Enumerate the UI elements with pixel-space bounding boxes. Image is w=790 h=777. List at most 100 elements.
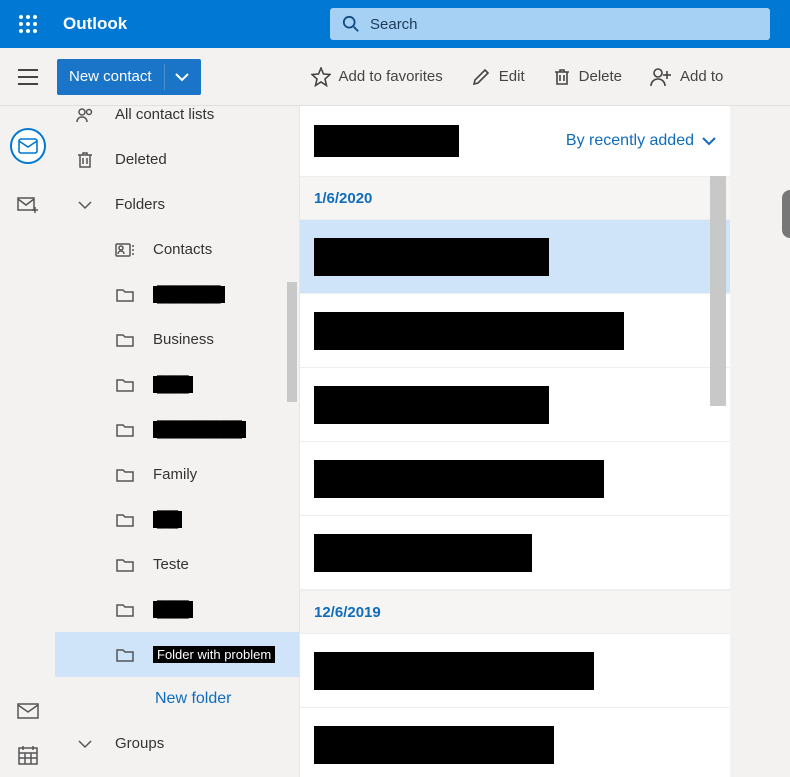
- person-plus-icon: [650, 67, 672, 87]
- folder-label: ████████: [153, 421, 246, 438]
- nav-folder-item[interactable]: Contacts: [55, 227, 299, 272]
- app-name: Outlook: [63, 14, 127, 34]
- folder-icon: [115, 333, 135, 347]
- search-icon: [342, 15, 360, 33]
- folder-label: Business: [153, 331, 214, 348]
- new-folder-label: New folder: [155, 690, 231, 708]
- trash-icon: [553, 67, 571, 87]
- folder-icon: [115, 648, 135, 662]
- title-bar: Outlook: [0, 0, 790, 48]
- contact-row[interactable]: [300, 294, 730, 368]
- app-launcher-button[interactable]: [0, 0, 55, 48]
- sort-label: By recently added: [566, 132, 694, 150]
- edit-label: Edit: [499, 68, 525, 85]
- rail-mail[interactable]: [0, 689, 55, 733]
- contact-name-redacted: [314, 534, 532, 572]
- folder-icon: [115, 558, 135, 572]
- folder-icon: [115, 288, 135, 302]
- contact-name-redacted: [314, 238, 549, 276]
- contact-name-redacted: [314, 726, 554, 764]
- mail-icon: [17, 703, 39, 719]
- left-rail: [0, 106, 55, 777]
- nav-folder-item[interactable]: Teste: [55, 542, 299, 587]
- search-input[interactable]: [370, 16, 758, 33]
- add-to-favorites-label: Add to favorites: [339, 68, 443, 85]
- contact-row[interactable]: [300, 634, 730, 708]
- contact-name-redacted: [314, 312, 624, 350]
- nav-label: Groups: [115, 735, 164, 752]
- nav-scrollbar[interactable]: [287, 282, 297, 402]
- nav-folder-item[interactable]: Folder with problem: [55, 632, 299, 677]
- pencil-icon: [471, 67, 491, 87]
- nav-folder-item[interactable]: ██████: [55, 272, 299, 317]
- contact-row[interactable]: [300, 442, 730, 516]
- rail-new-mail[interactable]: [0, 184, 55, 228]
- mail-plus-icon: [17, 197, 39, 215]
- folder-label: Contacts: [153, 241, 212, 258]
- folder-label: ██: [153, 511, 182, 528]
- nav-groups-header[interactable]: Groups: [55, 721, 299, 766]
- nav-folder-item[interactable]: ██: [55, 497, 299, 542]
- nav-folders-header[interactable]: Folders: [55, 182, 299, 227]
- nav-folder-item[interactable]: Family: [55, 452, 299, 497]
- hamburger-icon: [18, 69, 38, 85]
- contact-name-redacted: [314, 460, 604, 498]
- people-icon: [76, 107, 94, 123]
- rail-calendar[interactable]: [0, 733, 55, 777]
- folder-icon: [115, 468, 135, 482]
- nav-folder-item[interactable]: Business: [55, 317, 299, 362]
- folder-label: ███: [153, 376, 193, 393]
- contact-row[interactable]: [300, 368, 730, 442]
- nav-toggle-button[interactable]: [0, 69, 55, 85]
- chevron-down-icon: [702, 136, 716, 146]
- nav-folder-item[interactable]: ████████: [55, 407, 299, 452]
- new-contact-label: New contact: [69, 68, 152, 85]
- nav-deleted[interactable]: Deleted: [55, 137, 299, 182]
- add-to-favorites-button[interactable]: Add to favorites: [311, 67, 443, 87]
- nav-label: All contact lists: [115, 106, 214, 123]
- list-scrollbar[interactable]: [710, 176, 726, 406]
- command-bar: New contact Add to favorites Edit Delete…: [0, 48, 790, 106]
- chevron-down-icon: [78, 200, 92, 210]
- folder-label: Family: [153, 466, 197, 483]
- folder-label: ███: [153, 601, 193, 618]
- envelope-icon: [18, 138, 38, 154]
- search-box[interactable]: [330, 8, 770, 40]
- add-to-button[interactable]: Add to: [650, 67, 723, 87]
- nav-all-contact-lists[interactable]: All contact lists: [55, 106, 299, 137]
- chevron-down-icon: [78, 739, 92, 749]
- edit-button[interactable]: Edit: [471, 67, 525, 87]
- new-folder-button[interactable]: New folder: [55, 677, 299, 721]
- star-icon: [311, 67, 331, 87]
- contact-row[interactable]: [300, 708, 730, 777]
- folder-label: ██████: [153, 286, 225, 303]
- contact-list-pane: By recently added 1/6/2020 12/6/2019: [300, 106, 730, 777]
- folder-icon: [115, 603, 135, 617]
- folder-label: Teste: [153, 556, 189, 573]
- new-contact-button[interactable]: New contact: [57, 59, 201, 95]
- sort-button[interactable]: By recently added: [566, 132, 716, 150]
- contact-row[interactable]: [300, 516, 730, 590]
- nav-label: Deleted: [115, 151, 167, 168]
- detail-avatar-peek: [782, 190, 790, 238]
- folder-nav: All contact lists Deleted Folders Contac…: [55, 106, 300, 777]
- add-to-label: Add to: [680, 68, 723, 85]
- folder-icon: [115, 423, 135, 437]
- contact-name-redacted: [314, 652, 594, 690]
- outlook-module-icon[interactable]: [10, 128, 46, 164]
- delete-label: Delete: [579, 68, 622, 85]
- calendar-icon: [18, 745, 38, 765]
- date-header: 1/6/2020: [300, 176, 730, 220]
- split-divider: [164, 64, 165, 90]
- contact-row[interactable]: [300, 220, 730, 294]
- folder-label: Folder with problem: [153, 646, 275, 663]
- chevron-down-icon[interactable]: [175, 72, 189, 82]
- nav-folder-item[interactable]: ███: [55, 362, 299, 407]
- nav-folder-item[interactable]: ███: [55, 587, 299, 632]
- date-header: 12/6/2019: [300, 590, 730, 634]
- waffle-icon: [19, 15, 37, 33]
- delete-button[interactable]: Delete: [553, 67, 622, 87]
- folder-icon: [115, 378, 135, 392]
- list-title-redacted: [314, 125, 459, 157]
- list-header: By recently added: [300, 106, 730, 176]
